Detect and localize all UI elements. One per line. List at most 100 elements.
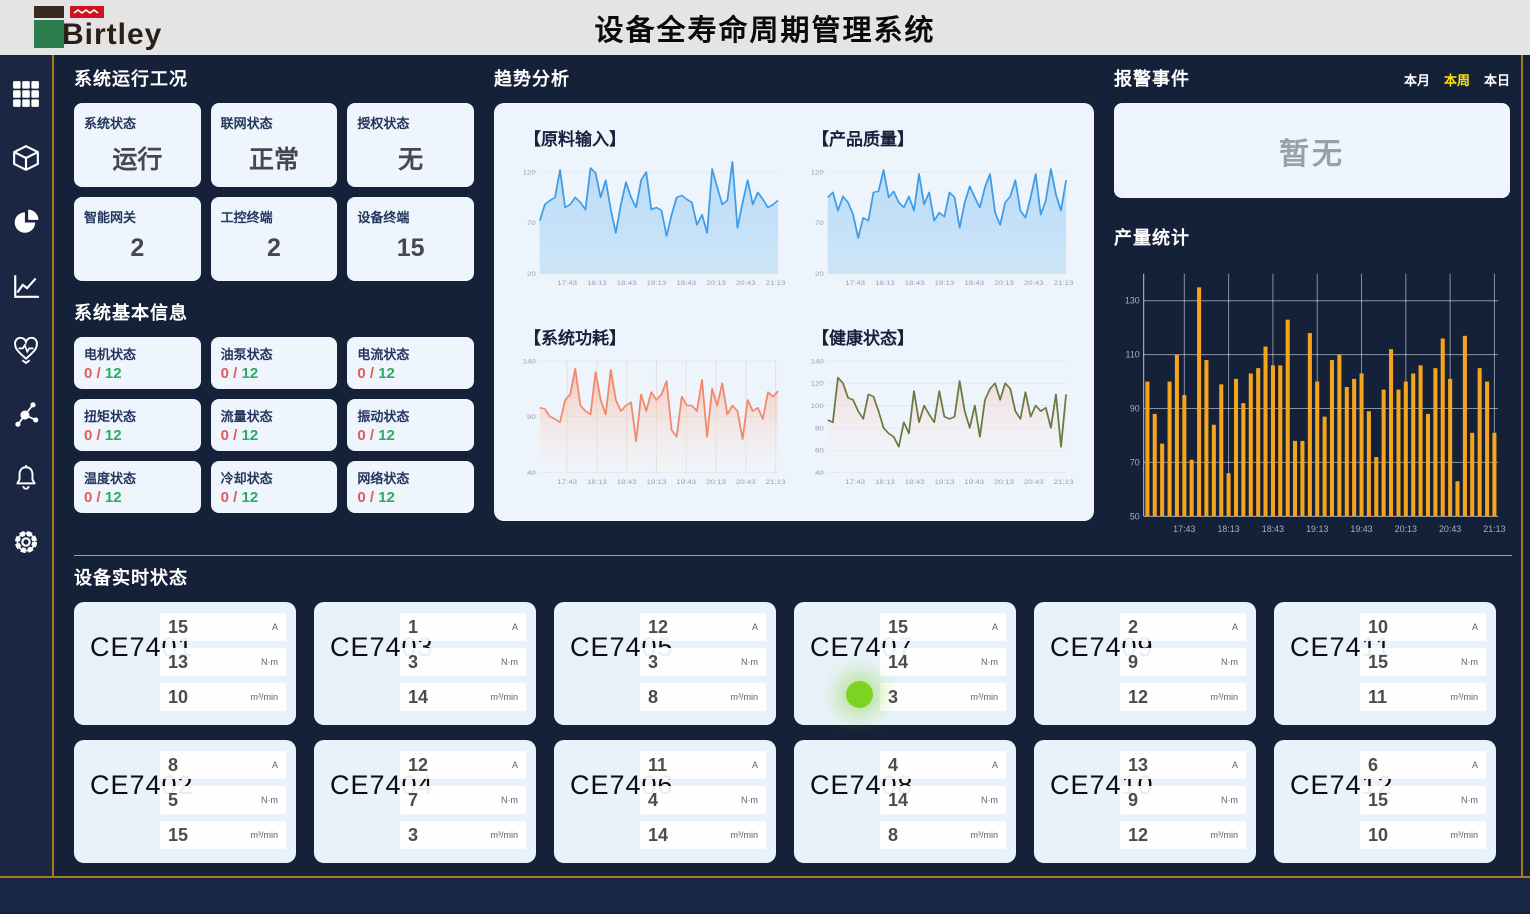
svg-text:19:13: 19:13: [935, 279, 955, 287]
status-card-label: 设备终端: [357, 207, 464, 226]
svg-text:20:13: 20:13: [706, 478, 726, 486]
svg-text:18:13: 18:13: [875, 478, 895, 486]
status-card-value: 15: [357, 234, 464, 263]
section-title-basic-info: 系统基本信息: [74, 299, 474, 325]
device-unit: A: [272, 622, 278, 632]
device-value: 14: [888, 790, 908, 811]
svg-text:120: 120: [523, 168, 536, 176]
device-values: 6 A 15 N·m 10 m³/min: [1360, 751, 1486, 849]
device-card-CE7407[interactable]: CE7407 15 A 14 N·m 3 m³/min: [794, 602, 1016, 725]
svg-text:20:43: 20:43: [1024, 478, 1044, 486]
device-cards-grid: CE7401 15 A 13 N·m 10 m³/min CE7403 1 A: [74, 602, 1516, 863]
device-value: 7: [408, 790, 418, 811]
sidebar-item-settings[interactable]: [9, 525, 43, 559]
sidebar-item-alerts[interactable]: [9, 461, 43, 495]
sidebar-item-trend[interactable]: [9, 269, 43, 303]
device-value-strip: 3 m³/min: [400, 821, 526, 849]
device-value: 12: [408, 755, 428, 776]
device-unit: A: [1232, 622, 1238, 632]
device-unit: m³/min: [971, 830, 999, 840]
device-card-CE7401[interactable]: CE7401 15 A 13 N·m 10 m³/min: [74, 602, 296, 725]
device-value-strip: 15 N·m: [1360, 648, 1486, 676]
device-value-strip: 5 N·m: [160, 786, 286, 814]
info-card-label: 扭矩状态: [84, 406, 191, 425]
svg-text:19:43: 19:43: [676, 279, 696, 287]
device-value: 15: [168, 825, 188, 846]
device-unit: A: [752, 760, 758, 770]
device-unit: N·m: [261, 657, 278, 667]
device-value-strip: 13 A: [1120, 751, 1246, 779]
device-values: 1 A 3 N·m 14 m³/min: [400, 613, 526, 711]
alarm-tab-本周[interactable]: 本周: [1444, 70, 1470, 89]
device-value: 3: [408, 825, 418, 846]
svg-text:50: 50: [1130, 511, 1140, 521]
device-value: 1: [408, 617, 418, 638]
alarm-tab-本月[interactable]: 本月: [1404, 70, 1430, 89]
device-value-strip: 12 A: [640, 613, 766, 641]
device-card-CE7404[interactable]: CE7404 12 A 7 N·m 3 m³/min: [314, 740, 536, 863]
device-row: CE7402 8 A 5 N·m 15 m³/min CE7404 12 A: [74, 740, 1516, 863]
total-count: 12: [378, 489, 395, 506]
info-card-label: 流量状态: [221, 406, 328, 425]
status-card-value: 正常: [221, 140, 328, 176]
device-value: 8: [888, 825, 898, 846]
info-card-label: 油泵状态: [221, 344, 328, 363]
device-card-CE7411[interactable]: CE7411 10 A 15 N·m 11 m³/min: [1274, 602, 1496, 725]
device-unit: m³/min: [1451, 830, 1479, 840]
total-count: 12: [242, 365, 259, 382]
device-card-CE7412[interactable]: CE7412 6 A 15 N·m 10 m³/min: [1274, 740, 1496, 863]
page-title: 设备全寿命周期管理系统: [0, 7, 1530, 49]
sidebar-item-network[interactable]: [9, 397, 43, 431]
section-divider: [74, 555, 1512, 556]
device-value: 12: [1128, 687, 1148, 708]
device-value: 4: [648, 790, 658, 811]
device-card-CE7403[interactable]: CE7403 1 A 3 N·m 14 m³/min: [314, 602, 536, 725]
device-unit: m³/min: [731, 830, 759, 840]
main-content: 系统运行工况 系统状态 运行 联网状态 正常 授权状态 无 智能网关 2 工控终…: [54, 55, 1530, 876]
section-title-alarm: 报警事件: [1114, 65, 1190, 91]
device-card-CE7408[interactable]: CE7408 4 A 14 N·m 8 m³/min: [794, 740, 1016, 863]
device-card-CE7409[interactable]: CE7409 2 A 9 N·m 12 m³/min: [1034, 602, 1256, 725]
sidebar-item-dashboard[interactable]: [9, 77, 43, 111]
sidebar-item-model[interactable]: [9, 141, 43, 175]
section-title-devices: 设备实时状态: [74, 564, 1516, 590]
info-card: 振动状态 0 / 12: [347, 399, 474, 451]
header: Birtley 设备全寿命周期管理系统: [0, 0, 1530, 55]
device-unit: N·m: [501, 795, 518, 805]
svg-text:70: 70: [527, 219, 536, 227]
device-unit: N·m: [741, 657, 758, 667]
device-value-strip: 8 m³/min: [640, 683, 766, 711]
sidebar-item-analysis[interactable]: [9, 205, 43, 239]
device-value-strip: 8 m³/min: [880, 821, 1006, 849]
alarm-count: 0 /: [221, 427, 238, 444]
line-chart-svg: 409014017:4318:1318:4319:1319:4320:1320:…: [512, 351, 788, 489]
basic-info-cards: 电机状态 0 / 12 油泵状态 0 / 12 电流状态 0 / 12 扭矩状态…: [74, 337, 474, 513]
svg-text:18:43: 18:43: [617, 478, 637, 486]
svg-text:20:13: 20:13: [1395, 524, 1417, 534]
device-values: 2 A 9 N·m 12 m³/min: [1120, 613, 1246, 711]
device-value-strip: 2 A: [1120, 613, 1246, 641]
run-status-cards: 系统状态 运行 联网状态 正常 授权状态 无 智能网关 2 工控终端 2 设备终…: [74, 103, 474, 281]
section-title-production: 产量统计: [1114, 224, 1510, 250]
device-unit: m³/min: [251, 692, 279, 702]
device-unit: A: [752, 622, 758, 632]
device-card-CE7405[interactable]: CE7405 12 A 3 N·m 8 m³/min: [554, 602, 776, 725]
info-card: 流量状态 0 / 12: [211, 399, 338, 451]
health-icon: [12, 336, 40, 364]
alarm-tab-本日[interactable]: 本日: [1484, 70, 1510, 89]
svg-text:40: 40: [815, 469, 824, 477]
svg-text:19:43: 19:43: [964, 279, 984, 287]
device-value-strip: 7 N·m: [400, 786, 526, 814]
device-value-strip: 15 N·m: [1360, 786, 1486, 814]
device-value-strip: 3 N·m: [400, 648, 526, 676]
device-card-CE7406[interactable]: CE7406 11 A 4 N·m 14 m³/min: [554, 740, 776, 863]
svg-text:20:13: 20:13: [994, 279, 1014, 287]
device-card-CE7402[interactable]: CE7402 8 A 5 N·m 15 m³/min: [74, 740, 296, 863]
device-value-strip: 13 N·m: [160, 648, 286, 676]
sidebar-item-health[interactable]: [9, 333, 43, 367]
device-value: 10: [1368, 617, 1388, 638]
device-card-CE7410[interactable]: CE7410 13 A 9 N·m 12 m³/min: [1034, 740, 1256, 863]
svg-text:17:43: 17:43: [557, 478, 577, 486]
device-value: 14: [648, 825, 668, 846]
device-value: 10: [168, 687, 188, 708]
